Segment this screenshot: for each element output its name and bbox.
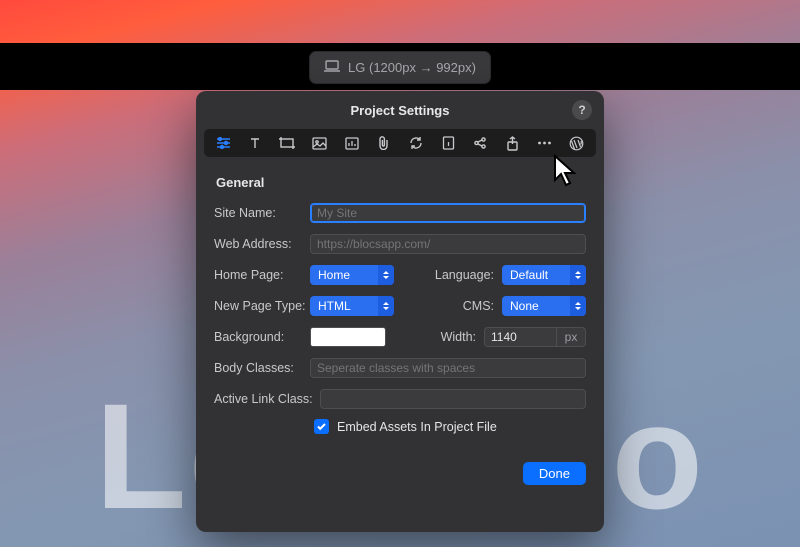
chevron-updown-icon xyxy=(570,265,586,285)
home-page-select[interactable]: Home xyxy=(310,265,394,285)
label-active-link-class: Active Link Class: xyxy=(214,392,320,406)
analytics-icon[interactable] xyxy=(343,134,361,152)
label-new-page-type: New Page Type: xyxy=(214,299,310,313)
embed-assets-label: Embed Assets In Project File xyxy=(337,420,497,434)
breakpoint-label: LG (1200px → 992px) xyxy=(348,60,476,75)
laptop-icon xyxy=(324,60,340,75)
label-width: Width: xyxy=(410,330,484,344)
typography-icon[interactable] xyxy=(246,134,264,152)
width-input[interactable]: 1140 xyxy=(484,327,556,347)
chevron-updown-icon xyxy=(378,296,394,316)
export-icon[interactable] xyxy=(504,134,522,152)
panel-body: General Site Name: Web Address: Home Pag… xyxy=(196,157,604,444)
site-name-input[interactable] xyxy=(310,203,586,223)
share-icon[interactable] xyxy=(471,134,489,152)
attachment-icon[interactable] xyxy=(375,134,393,152)
chevron-updown-icon xyxy=(570,296,586,316)
cms-select[interactable]: None xyxy=(502,296,586,316)
label-web-address: Web Address: xyxy=(214,237,310,251)
new-page-type-select[interactable]: HTML xyxy=(310,296,394,316)
label-language: Language: xyxy=(428,268,502,282)
chevron-updown-icon xyxy=(378,265,394,285)
label-home-page: Home Page: xyxy=(214,268,310,282)
modal-titlebar: Project Settings ? xyxy=(196,91,604,129)
active-link-class-input[interactable] xyxy=(320,389,586,409)
help-button[interactable]: ? xyxy=(572,100,592,120)
web-address-input[interactable] xyxy=(310,234,586,254)
info-icon[interactable] xyxy=(439,134,457,152)
modal-title: Project Settings xyxy=(351,103,450,118)
crop-icon[interactable] xyxy=(278,134,296,152)
project-settings-modal: Project Settings ? xyxy=(196,91,604,532)
language-select[interactable]: Default xyxy=(502,265,586,285)
wordpress-icon[interactable] xyxy=(568,134,586,152)
embed-assets-checkbox[interactable] xyxy=(314,419,329,434)
label-background: Background: xyxy=(214,330,310,344)
background-color-swatch[interactable] xyxy=(310,327,386,347)
label-site-name: Site Name: xyxy=(214,206,310,220)
more-icon[interactable] xyxy=(536,134,554,152)
width-unit[interactable]: px xyxy=(556,327,586,347)
settings-toolbar xyxy=(204,129,596,157)
done-button[interactable]: Done xyxy=(523,462,586,485)
label-cms: CMS: xyxy=(428,299,502,313)
breakpoint-selector[interactable]: LG (1200px → 992px) xyxy=(309,51,491,84)
body-classes-input[interactable] xyxy=(310,358,586,378)
refresh-icon[interactable] xyxy=(407,134,425,152)
label-body-classes: Body Classes: xyxy=(214,361,310,375)
general-icon[interactable] xyxy=(214,134,232,152)
section-heading: General xyxy=(216,175,586,190)
image-icon[interactable] xyxy=(311,134,329,152)
